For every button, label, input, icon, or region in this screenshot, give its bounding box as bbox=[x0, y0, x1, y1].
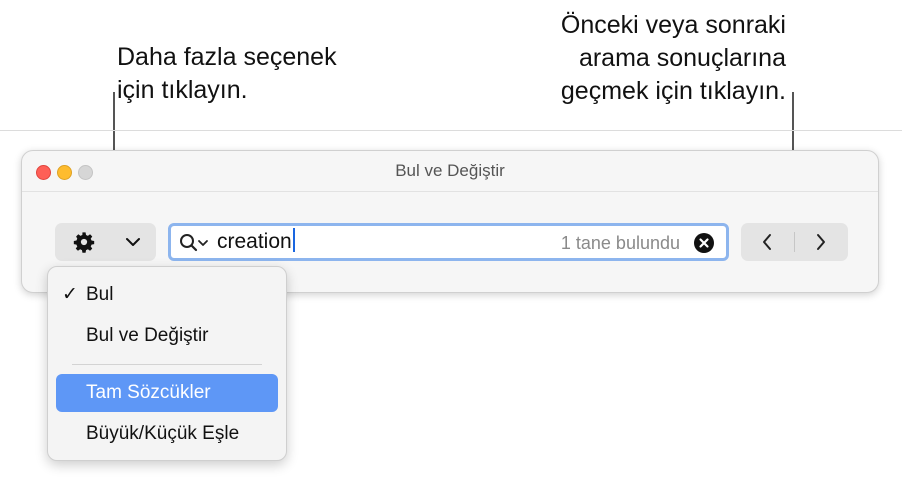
page-divider bbox=[0, 130, 902, 131]
menu-item-label: Tam Sözcükler bbox=[86, 382, 211, 403]
menu-item-find-and-replace[interactable]: Bul ve Değiştir bbox=[56, 317, 278, 355]
search-input[interactable]: creation bbox=[217, 228, 295, 256]
callout-more-options: Daha fazla seçenek için tıklayın. bbox=[117, 41, 337, 107]
search-input-value: creation bbox=[217, 230, 292, 253]
chevron-left-icon bbox=[763, 234, 771, 250]
screenshot-stage: Daha fazla seçenek için tıklayın. Önceki… bbox=[0, 0, 902, 481]
next-result-button[interactable] bbox=[795, 223, 848, 261]
prev-next-group bbox=[741, 223, 848, 261]
menu-item-label: Büyük/Küçük Eşle bbox=[86, 423, 240, 444]
search-icon bbox=[180, 234, 208, 252]
window-title: Bul ve Değiştir bbox=[395, 161, 505, 180]
callout-prev-next-line-1: Önceki veya sonraki bbox=[560, 11, 786, 39]
clear-search-button[interactable] bbox=[694, 233, 714, 253]
menu-item-match-case[interactable]: Büyük/Küçük Eşle bbox=[56, 415, 278, 453]
menu-item-find[interactable]: ✓ Bul bbox=[56, 276, 278, 314]
callout-prev-next: Önceki veya sonraki arama sonuçlarına ge… bbox=[561, 9, 786, 108]
window-titlebar[interactable]: Bul ve Değiştir bbox=[22, 151, 878, 192]
search-field[interactable]: creation 1 tane bulundu bbox=[168, 223, 729, 261]
text-caret bbox=[292, 228, 295, 252]
checkmark-icon: ✓ bbox=[62, 284, 78, 305]
chevron-down-icon bbox=[126, 238, 140, 246]
callout-more-options-line-1: Daha fazla seçenek bbox=[117, 43, 337, 71]
menu-item-label: Bul bbox=[86, 284, 114, 305]
options-menu-button[interactable] bbox=[55, 223, 156, 261]
menu-item-whole-words[interactable]: Tam Sözcükler bbox=[56, 374, 278, 412]
callout-prev-next-line-2: arama sonuçlarına bbox=[578, 44, 786, 72]
close-icon bbox=[699, 238, 709, 248]
menu-item-label: Bul ve Değiştir bbox=[86, 325, 209, 346]
gear-icon bbox=[73, 232, 95, 253]
callout-more-options-line-2: için tıklayın. bbox=[117, 76, 248, 104]
match-count-label: 1 tane bulundu bbox=[560, 233, 680, 253]
menu-separator bbox=[72, 364, 262, 365]
callout-prev-next-line-3: geçmek için tıklayın. bbox=[560, 77, 786, 105]
options-dropdown-menu: ✓ Bul Bul ve Değiştir Tam Sözcükler Büyü… bbox=[47, 266, 287, 461]
previous-result-button[interactable] bbox=[741, 223, 794, 261]
chevron-right-icon bbox=[817, 234, 825, 250]
